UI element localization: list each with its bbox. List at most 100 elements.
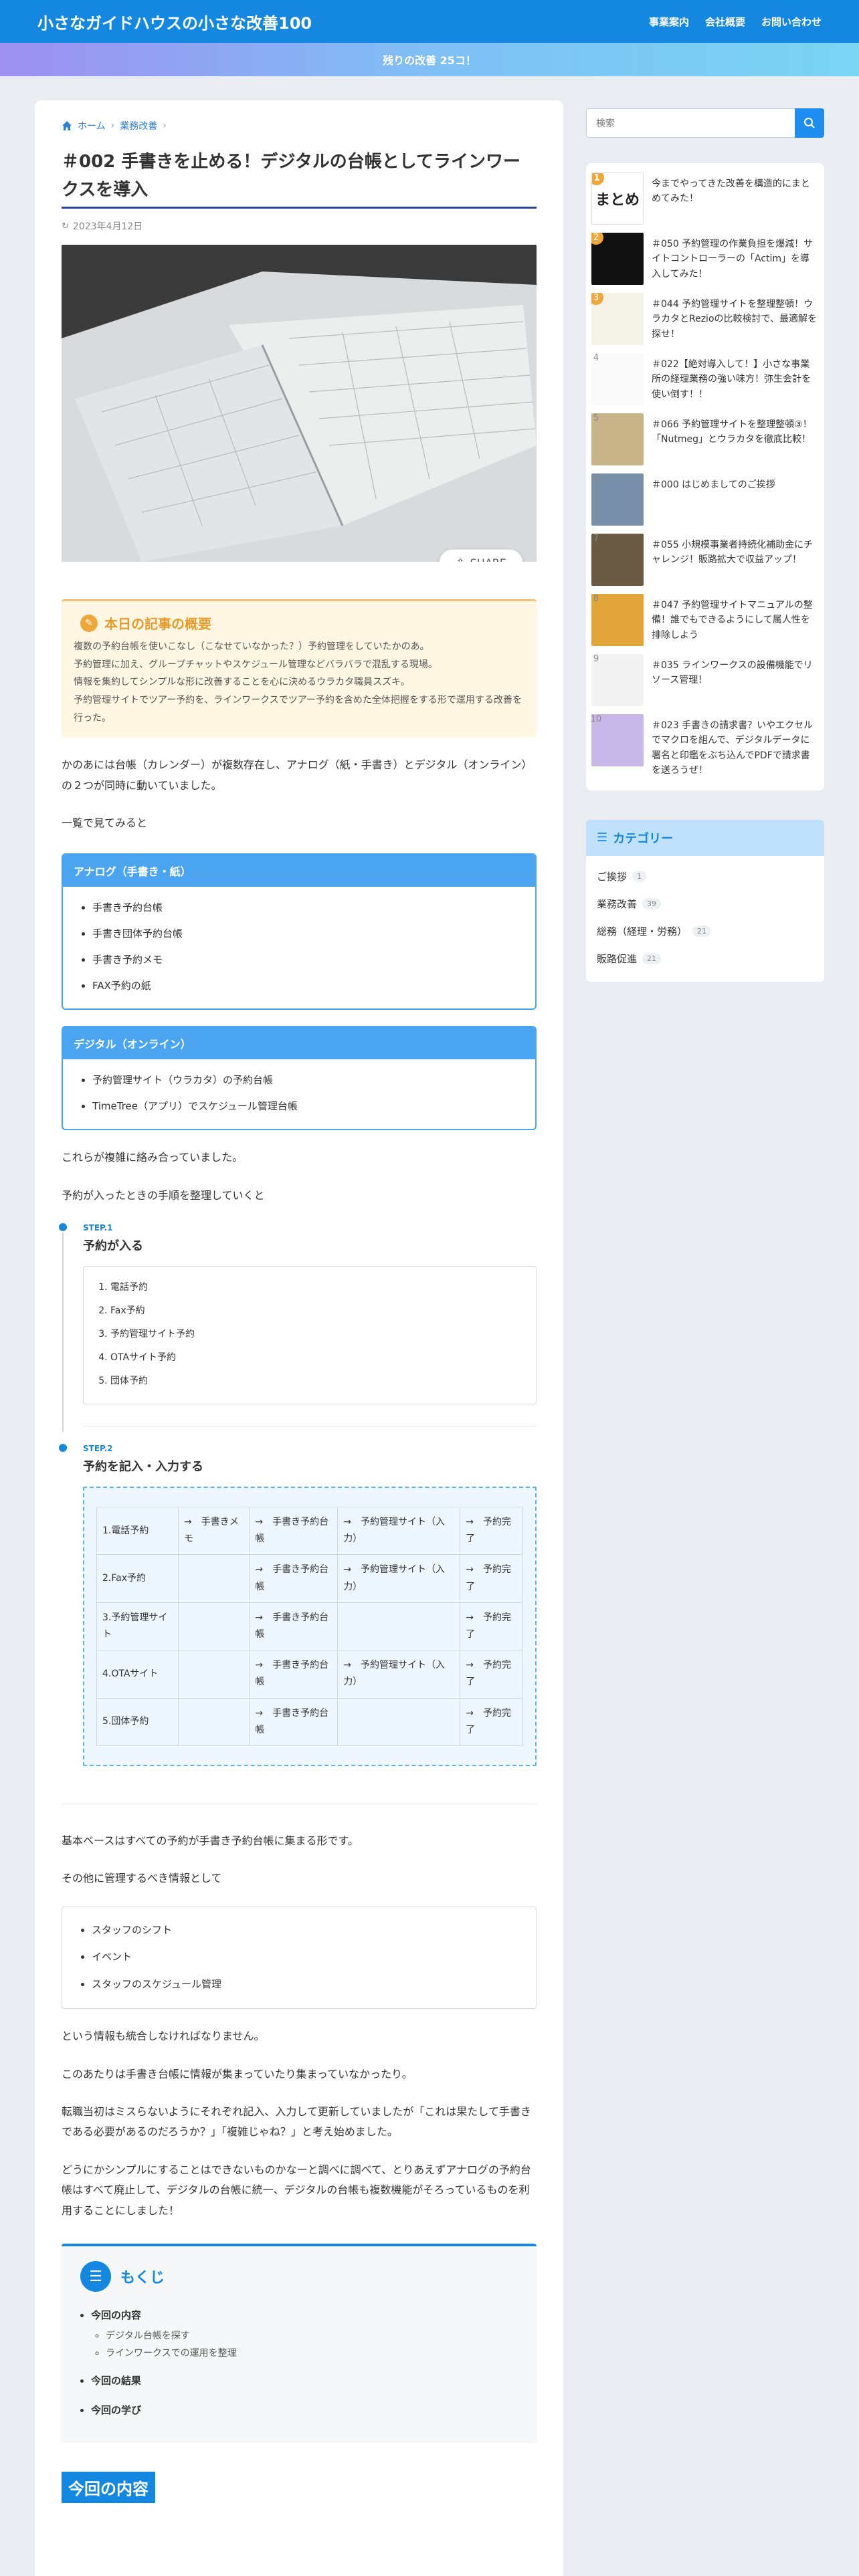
list-icon: ☰ <box>597 831 608 845</box>
box-heading: アナログ（手書き・紙） <box>63 855 535 887</box>
list-item: OTAサイト予約 <box>110 1346 520 1370</box>
table-cell: → 予約完了 <box>460 1602 523 1651</box>
home-icon <box>62 121 72 130</box>
site-title[interactable]: 小さなガイドハウスの小さな改善100 <box>37 10 312 33</box>
category-name: 総務（経理・労務） <box>597 925 688 938</box>
ranking-item[interactable]: 5 ＃066 予約管理サイトを整理整頓③！「Nutmeg」とウラカタを徹底比較！ <box>591 409 819 469</box>
table-row: 4.OTAサイト → 手書き予約台帳 → 予約管理サイト（入力） → 予約完了 <box>96 1650 523 1699</box>
hero-image: ⇪ SHARE <box>62 245 537 562</box>
table-cell: → 手書き予約台帳 <box>249 1602 339 1651</box>
ranking-title: ＃022【絶対導入して！】小さな事業所の経理業務の強い味方！弥生会計を使い倒す！… <box>652 359 811 400</box>
list-icon: ☰ <box>80 2261 111 2292</box>
list-item: 予約管理サイト予約 <box>110 1323 520 1346</box>
ranking-item[interactable]: 7 ＃055 小規模事業者持続化補助金にチャレンジ！販路拡大で収益アップ！ <box>591 530 819 590</box>
step-dot <box>59 1444 67 1453</box>
nav-contact[interactable]: お問い合わせ <box>761 15 822 29</box>
ranking-title: ＃047 予約管理サイトマニュアルの整備！誰でもできるようにして属人性を排除しよ… <box>652 600 813 641</box>
list-item: 電話予約 <box>110 1276 520 1299</box>
post-thumbnail: 2 <box>591 233 644 285</box>
article-main: ホーム › 業務改善 › ＃002 手書きを止める！デジタルの台帳としてラインワ… <box>35 100 563 2576</box>
ranking-title: ＃055 小規模事業者持続化補助金にチャレンジ！販路拡大で収益アップ！ <box>652 540 814 566</box>
toc-item[interactable]: 今回の結果 <box>91 2369 518 2393</box>
post-thumbnail: 9 <box>591 654 644 706</box>
category-name: ご挨拶 <box>597 870 628 883</box>
post-thumbnail: 5 <box>591 413 644 465</box>
table-cell <box>178 1554 250 1603</box>
ranking-title: ＃066 予約管理サイトを整理整頓③！「Nutmeg」とウラカタを徹底比較！ <box>652 419 812 445</box>
share-button[interactable]: ⇪ SHARE <box>439 549 523 562</box>
breadcrumb-category[interactable]: 業務改善 <box>120 119 157 132</box>
ranking-item[interactable]: 3 ＃044 予約管理サイトを整理整頓！ウラカタとRezioの比較検討で、最適解を… <box>591 289 819 349</box>
ranking-item[interactable]: 4 ＃022【絶対導入して！】小さな事業所の経理業務の強い味方！弥生会計を使い倒す… <box>591 349 819 409</box>
list-item: 団体予約 <box>110 1370 520 1393</box>
ranking-item[interactable]: 6 ＃000 はじめましてのご挨拶 <box>591 469 819 530</box>
search-input[interactable] <box>586 108 795 138</box>
toc-subitem[interactable]: ラインワークスでの運用を整理 <box>106 2345 518 2363</box>
list-item: スタッフのシフト <box>92 1917 520 1944</box>
search-button[interactable] <box>795 108 824 138</box>
toc-item[interactable]: 今回の内容 デジタル台帳を探す ラインワークスでの運用を整理 <box>91 2304 518 2363</box>
nav-company[interactable]: 会社概要 <box>705 15 745 29</box>
table-cell <box>178 1650 250 1699</box>
share-icon: ⇪ <box>456 556 464 562</box>
table-row: 3.予約管理サイト → 手書き予約台帳 → 予約完了 <box>96 1602 523 1651</box>
search-icon <box>804 118 815 128</box>
paragraph: 一覧で見てみると <box>62 816 148 829</box>
table-cell: → 予約完了 <box>460 1697 523 1746</box>
category-count: 21 <box>642 952 662 964</box>
category-count: 39 <box>642 897 662 909</box>
category-item[interactable]: 業務改善 39 <box>597 890 814 918</box>
toc-item[interactable]: 今回の学び <box>91 2399 518 2422</box>
rank-number: 4 <box>593 353 599 363</box>
toc-subitem[interactable]: デジタル台帳を探す <box>106 2327 518 2345</box>
list-item: イベント <box>92 1943 520 1971</box>
breadcrumb-home[interactable]: ホーム <box>78 119 106 132</box>
paragraph: これらが複雑に絡み合っていました。 <box>62 1151 244 1164</box>
table-cell: → 予約完了 <box>460 1650 523 1699</box>
summary-box: ✎ 本日の記事の概要 複数の予約台帳を使いこなし（こなせていなかった？）予約管理… <box>62 599 537 738</box>
table-cell: → 予約完了 <box>460 1554 523 1603</box>
notice-bar[interactable]: 残りの改善 25コ！ <box>0 43 859 76</box>
step-title: 予約が入る <box>83 1239 143 1254</box>
category-widget: ☰ カテゴリー ご挨拶 1 業務改善 39 総務（経理・労務） 21 販路促進 21 <box>586 819 824 982</box>
summary-line: 予約管理サイトでツアー予約を、ラインワークスでツアー予約を含めた全体把握をする形… <box>74 694 522 724</box>
post-thumbnail: 6 <box>591 473 644 526</box>
category-item[interactable]: 販路促進 21 <box>597 945 814 972</box>
ranking-item[interactable]: 9 ＃035 ラインワークスの設備機能でリソース管理！ <box>591 650 819 710</box>
list-item: スタッフのスケジュール管理 <box>92 1971 520 1998</box>
category-item[interactable]: ご挨拶 1 <box>597 863 814 890</box>
ranking-item[interactable]: 8 ＃047 予約管理サイトマニュアルの整備！誰でもできるようにして属人性を排除し… <box>591 590 819 650</box>
table-row: 1.電話予約 → 手書きメモ → 手書き予約台帳 → 予約管理サイト（入力） → 予約完… <box>96 1507 523 1555</box>
step-line <box>62 1232 64 1432</box>
table-cell: → 予約管理サイト（入力） <box>337 1507 461 1555</box>
rank-number: 6 <box>593 473 599 484</box>
category-item[interactable]: 総務（経理・労務） 21 <box>597 918 814 945</box>
table-of-contents: ☰ もくじ 今回の内容 デジタル台帳を探す ラインワークスでの運用を整理 今回の… <box>62 2244 537 2441</box>
paragraph: このあたりは手書き台帳に情報が集まっていたり集まっていなかったり。 <box>62 2067 413 2080</box>
paragraph: 予約が入ったときの手順を整理していくと <box>62 1188 265 1202</box>
nav-business[interactable]: 事業案内 <box>649 15 689 29</box>
paragraph: 転職当初はミスらないようにそれぞれ記入、入力して更新していましたが「これは果たし… <box>62 2105 531 2139</box>
refresh-icon: ↻ <box>62 221 69 231</box>
ranking-item[interactable]: 10 ＃023 手書きの請求書？いやエクセルでマクロを組んで、デジタルデータに署名… <box>591 710 819 782</box>
ranking-title: ＃035 ラインワークスの設備機能でリソース管理！ <box>652 660 813 686</box>
step-title: 予約を記入・入力する <box>83 1460 203 1475</box>
sidebar: 1 まとめ今までやってきた改善を構造的にまとめてみた！ 2 ＃050 予約管理の作業負… <box>586 100 824 2576</box>
table-cell: 5.団体予約 <box>96 1697 179 1746</box>
global-nav: 事業案内 会社概要 お問い合わせ <box>649 15 822 29</box>
table-cell: → 予約完了 <box>460 1507 523 1555</box>
ranking-item[interactable]: 1 まとめ 今までやってきた改善を構造的にまとめてみた！ <box>591 169 819 229</box>
search-form <box>586 108 824 138</box>
ranking-widget: 1 まとめ 今までやってきた改善を構造的にまとめてみた！ 2 ＃050 予約管理の作業負… <box>586 163 824 790</box>
category-count: 1 <box>632 870 647 882</box>
rank-number: 1 <box>592 173 604 185</box>
toc-title: ☰ もくじ <box>80 2261 518 2292</box>
table-row: 5.団体予約 → 手書き予約台帳 → 予約完了 <box>96 1697 523 1746</box>
ranking-item[interactable]: 2 ＃050 予約管理の作業負担を爆減！サイトコントローラーの「Actim」を導入… <box>591 229 819 289</box>
chevron-right-icon: › <box>110 120 115 131</box>
ranking-title: 今までやってきた改善を構造的にまとめてみた！ <box>652 179 810 205</box>
table-cell <box>337 1697 461 1746</box>
category-list: ご挨拶 1 業務改善 39 総務（経理・労務） 21 販路促進 21 <box>586 855 824 982</box>
paragraph: という情報も統合しなければなりません。 <box>62 2030 265 2043</box>
table-cell: → 手書き予約台帳 <box>249 1507 339 1555</box>
